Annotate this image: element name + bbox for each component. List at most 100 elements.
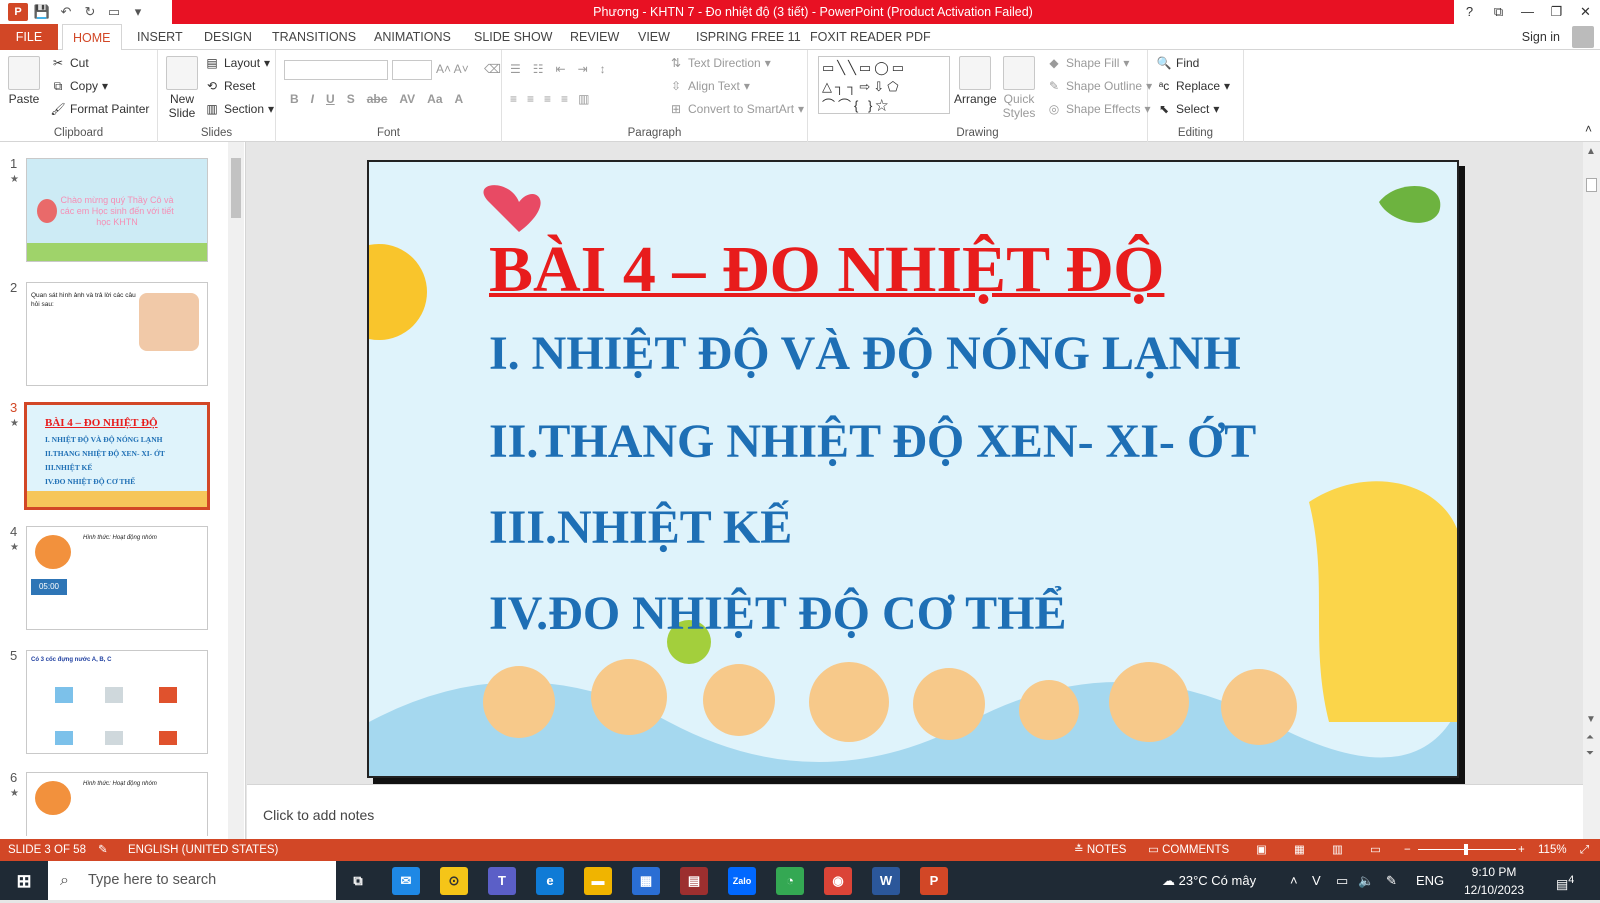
slideshow-view-icon[interactable]: ▭ bbox=[1370, 839, 1381, 861]
justify-icon[interactable]: ≡ bbox=[561, 92, 568, 106]
paste-button[interactable]: Paste bbox=[8, 56, 40, 106]
font-format-buttons[interactable]: B I U Sabc AV Aa A bbox=[290, 92, 463, 106]
clear-formatting-icon[interactable]: ⌫ bbox=[484, 62, 501, 76]
slide-thumbnail-2[interactable]: Quan sát hình ảnh và trả lời các câu hỏi… bbox=[26, 282, 208, 386]
change-case-icon[interactable]: Aa bbox=[427, 92, 442, 106]
avatar[interactable] bbox=[1572, 26, 1594, 48]
layout-button[interactable]: ▤ Layout ▾ bbox=[204, 56, 270, 70]
tab-ispring[interactable]: ISPRING FREE 11 bbox=[686, 24, 811, 50]
customize-qat-icon[interactable]: ▾ bbox=[128, 3, 148, 21]
replace-button[interactable]: ᵃc Replace ▾ bbox=[1156, 79, 1230, 93]
cut-button[interactable]: ✂ Cut bbox=[50, 56, 89, 70]
shape-fill-button[interactable]: ◆ Shape Fill ▾ bbox=[1046, 56, 1129, 70]
slide-thumbnail-5[interactable]: Có 3 cốc đựng nước A, B, C bbox=[26, 650, 208, 754]
slide-title[interactable]: BÀI 4 – ĐO NHIỆT ĐỘ bbox=[489, 232, 1164, 308]
zoom-out-icon[interactable]: − bbox=[1404, 839, 1411, 861]
scroll-down-icon[interactable]: ▼ bbox=[1586, 714, 1596, 725]
previous-slide-icon[interactable]: ⏶ bbox=[1586, 732, 1594, 743]
comments-button[interactable]: ▭ COMMENTS bbox=[1148, 839, 1229, 861]
fit-slide-icon[interactable]: ⤢ bbox=[1580, 839, 1589, 861]
thumbnails-scrollbar[interactable] bbox=[228, 142, 244, 839]
file-explorer-icon[interactable]: ▬ bbox=[584, 867, 612, 895]
notes-button[interactable]: ≛ NOTES bbox=[1074, 839, 1126, 861]
current-slide[interactable]: BÀI 4 – ĐO NHIỆT ĐỘ I. NHIỆT ĐỘ VÀ ĐỘ NÓ… bbox=[367, 160, 1459, 778]
windows-start-icon[interactable]: ⊞ bbox=[10, 867, 38, 895]
antivirus-icon[interactable]: V bbox=[1312, 861, 1321, 900]
format-painter-button[interactable]: 🖌 Format Painter bbox=[50, 102, 149, 116]
slide-thumbnail-4[interactable]: 05:00 Hình thức: Hoạt động nhóm bbox=[26, 526, 208, 630]
slide-line-1[interactable]: I. NHIỆT ĐỘ VÀ ĐỘ NÓNG LẠNH bbox=[489, 326, 1241, 381]
network-icon[interactable]: ▭ bbox=[1336, 861, 1348, 900]
weather-widget[interactable]: ☁ 23°C Có mây bbox=[1162, 861, 1256, 900]
reading-view-icon[interactable]: ▥ bbox=[1332, 839, 1343, 861]
slide-thumbnail-6[interactable]: Hình thức: Hoạt động nhóm bbox=[26, 772, 208, 836]
collapse-ribbon-icon[interactable]: ˄ bbox=[1585, 122, 1592, 136]
tab-design[interactable]: DESIGN bbox=[194, 24, 262, 50]
columns-icon[interactable]: ▥ bbox=[578, 92, 589, 106]
notes-placeholder[interactable]: Click to add notes bbox=[263, 807, 374, 823]
align-text-button[interactable]: ⇳ Align Text ▾ bbox=[668, 79, 750, 93]
line-spacing-icon[interactable]: ↕ bbox=[600, 62, 606, 76]
tab-home[interactable]: HOME bbox=[62, 24, 122, 51]
ribbon-display-icon[interactable]: ⧉ bbox=[1484, 0, 1513, 24]
coccoc-icon[interactable]: ◔ bbox=[776, 867, 804, 895]
align-right-icon[interactable]: ≡ bbox=[544, 92, 551, 106]
grow-font-icon[interactable]: A˄ A˅ bbox=[436, 62, 469, 76]
tab-file[interactable]: FILE bbox=[0, 24, 58, 50]
shapes-gallery[interactable]: ▭╲╲▭◯▭ △┐┐⇨⇩⬠ ⌒⌒{ }☆ bbox=[818, 56, 950, 114]
shape-effects-button[interactable]: ◎ Shape Effects ▾ bbox=[1046, 102, 1151, 116]
save-icon[interactable]: 💾 bbox=[32, 3, 52, 21]
sign-in-link[interactable]: Sign in bbox=[1522, 24, 1560, 50]
decrease-indent-icon[interactable]: ⇤ bbox=[556, 62, 566, 76]
powerpoint-logo-icon[interactable]: P bbox=[8, 3, 28, 21]
teams-icon[interactable]: T bbox=[488, 867, 516, 895]
slide-line-3[interactable]: III.NHIỆT KẾ bbox=[489, 500, 792, 555]
zalo-icon[interactable]: Zalo bbox=[728, 867, 756, 895]
slide-sorter-icon[interactable]: ▦ bbox=[1294, 839, 1305, 861]
mail-icon[interactable]: ✉ bbox=[392, 867, 420, 895]
align-buttons[interactable]: ≡ ≡ ≡ ≡ ▥ bbox=[510, 92, 589, 106]
numbering-icon[interactable]: ☷ bbox=[533, 62, 544, 76]
tab-animations[interactable]: ANIMATIONS bbox=[364, 24, 461, 50]
italic-icon[interactable]: I bbox=[311, 92, 314, 106]
notes-pane[interactable]: Click to add notes bbox=[247, 784, 1583, 839]
find-button[interactable]: 🔍 Find bbox=[1156, 56, 1200, 70]
notification-center-icon[interactable]: ▤4 bbox=[1556, 861, 1574, 900]
slide-thumbnail-1[interactable]: Chào mừng quý Thầy Cô và các em Học sinh… bbox=[26, 158, 208, 262]
copy-button[interactable]: ⧉ Copy ▾ bbox=[50, 79, 108, 93]
arrange-button[interactable]: Arrange bbox=[954, 56, 997, 106]
word-icon[interactable]: W bbox=[872, 867, 900, 895]
minimize-icon[interactable]: — bbox=[1513, 0, 1542, 24]
restore-icon[interactable]: ❐ bbox=[1542, 0, 1571, 24]
quick-styles-button[interactable]: Quick Styles bbox=[1002, 56, 1036, 120]
tab-foxit[interactable]: FOXIT READER PDF bbox=[800, 24, 941, 50]
tab-slide-show[interactable]: SLIDE SHOW bbox=[464, 24, 563, 50]
help-icon[interactable]: ? bbox=[1455, 0, 1484, 24]
convert-smartart-button[interactable]: ⊞ Convert to SmartArt ▾ bbox=[668, 102, 804, 116]
tab-insert[interactable]: INSERT bbox=[127, 24, 193, 50]
slide-thumbnail-3[interactable]: BÀI 4 – ĐO NHIỆT ĐỘ I. NHIỆT ĐỘ VÀ ĐỘ NÓ… bbox=[24, 402, 210, 510]
select-button[interactable]: ⬉ Select ▾ bbox=[1156, 102, 1219, 116]
show-hidden-icons-icon[interactable]: ˄ bbox=[1290, 861, 1298, 900]
slide-line-2[interactable]: II.THANG NHIỆT ĐỘ XEN- XI- ỚT bbox=[489, 414, 1256, 469]
tab-review[interactable]: REVIEW bbox=[560, 24, 629, 50]
shape-outline-button[interactable]: ✎ Shape Outline ▾ bbox=[1046, 79, 1152, 93]
strikethrough-icon[interactable]: abc bbox=[367, 92, 388, 106]
scrollbar-thumb[interactable] bbox=[1586, 178, 1597, 192]
scrollbar-thumb[interactable] bbox=[231, 158, 241, 218]
edge-icon[interactable]: e bbox=[536, 867, 564, 895]
text-direction-button[interactable]: ⇅ Text Direction ▾ bbox=[668, 56, 771, 70]
tab-transitions[interactable]: TRANSITIONS bbox=[262, 24, 366, 50]
underline-icon[interactable]: U bbox=[326, 92, 335, 106]
start-from-beginning-icon[interactable]: ▭ bbox=[104, 3, 124, 21]
slide-line-4[interactable]: IV.ĐO NHIỆT ĐỘ CƠ THỂ bbox=[489, 586, 1067, 641]
task-view-icon[interactable]: ⧉ bbox=[344, 867, 372, 895]
volume-icon[interactable]: 🔈 bbox=[1358, 861, 1374, 900]
align-left-icon[interactable]: ≡ bbox=[510, 92, 517, 106]
chrome-icon[interactable]: ◉ bbox=[824, 867, 852, 895]
section-button[interactable]: ▥ Section ▾ bbox=[204, 102, 274, 116]
normal-view-icon[interactable]: ▣ bbox=[1256, 839, 1267, 861]
zoom-handle[interactable] bbox=[1464, 844, 1468, 855]
next-slide-icon[interactable]: ⏷ bbox=[1586, 748, 1594, 759]
char-spacing-icon[interactable]: AV bbox=[399, 92, 415, 106]
